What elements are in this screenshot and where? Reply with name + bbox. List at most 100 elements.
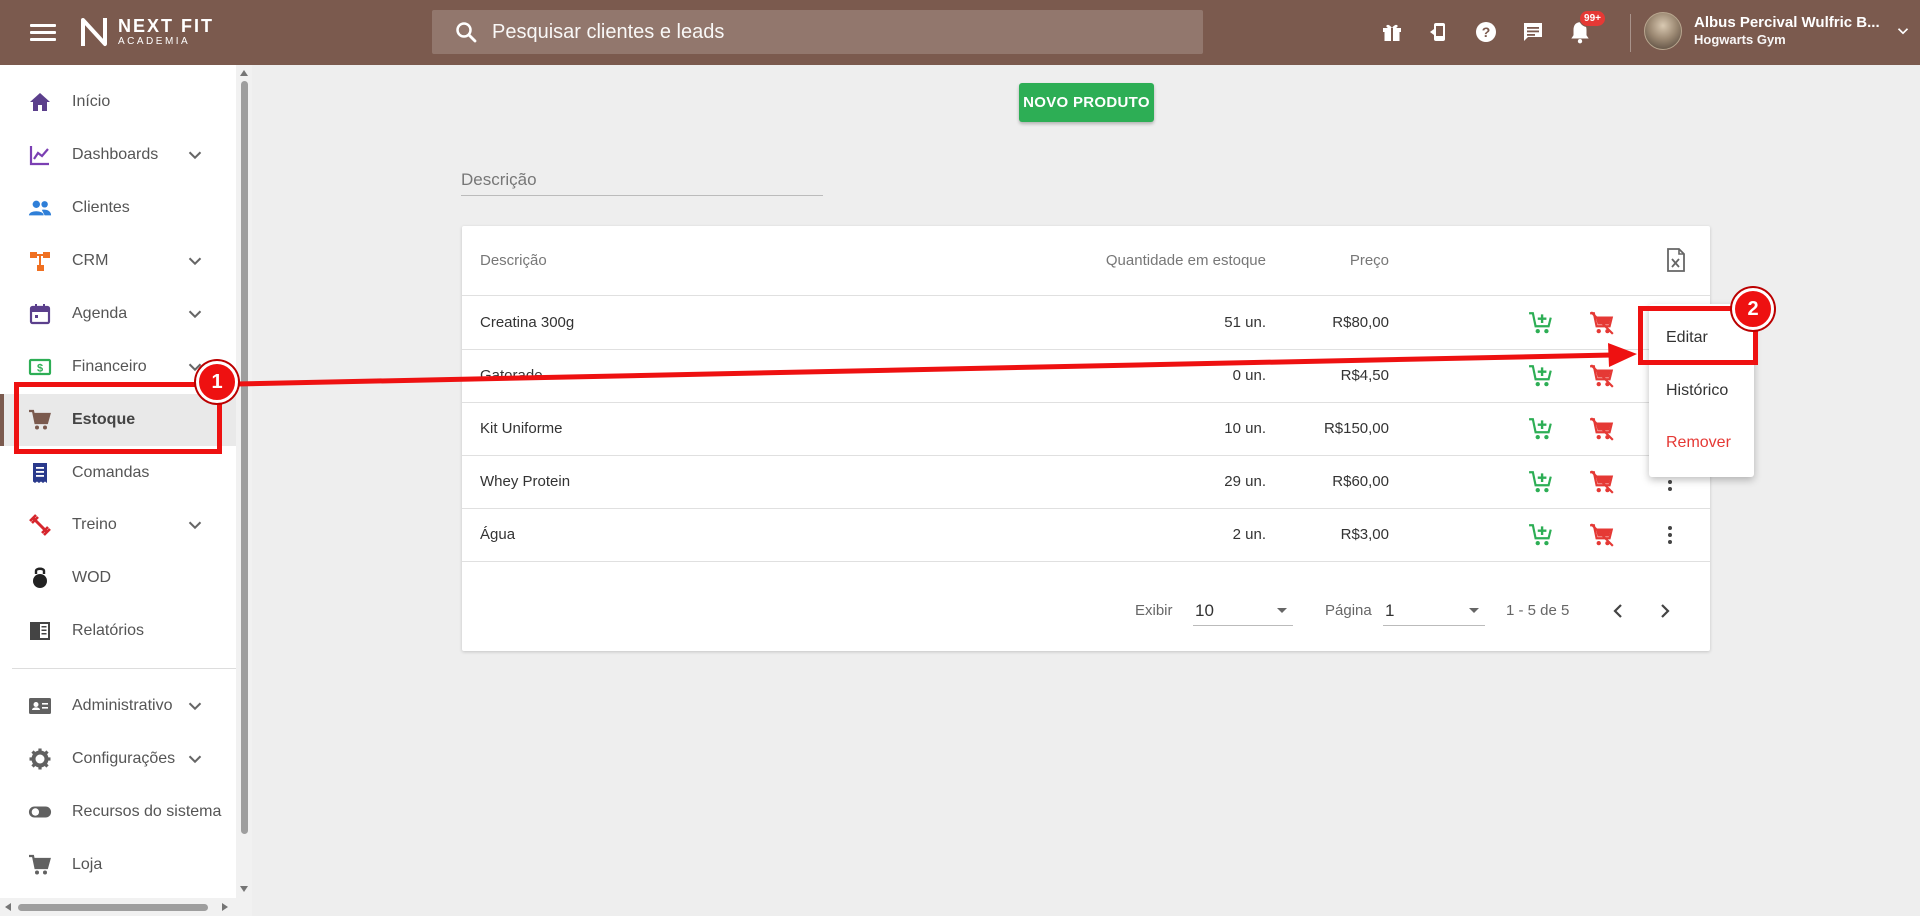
cell-description: Gatorade <box>480 367 543 384</box>
new-product-button[interactable]: NOVO PRODUTO <box>1019 83 1154 122</box>
user-menu[interactable]: Albus Percival Wulfric B... Hogwarts Gym <box>1644 12 1912 50</box>
table-row[interactable]: Creatina 300g 51 un. R$80,00 <box>462 297 1710 350</box>
previous-page-icon[interactable] <box>1606 599 1630 623</box>
add-stock-cart-icon[interactable] <box>1528 310 1554 336</box>
mobile-device-icon[interactable] <box>1425 18 1453 46</box>
search-icon <box>456 22 477 43</box>
page-value: 1 <box>1385 601 1395 620</box>
scroll-left-arrow-icon[interactable] <box>5 903 11 911</box>
avatar <box>1644 12 1682 50</box>
kettlebell-icon <box>28 566 52 590</box>
more-options-icon[interactable] <box>1658 523 1682 547</box>
sidebar-item-configuracoes[interactable]: Configurações <box>0 733 236 785</box>
sidebar-item-label: Relatórios <box>72 622 145 639</box>
sidebar-item-agenda[interactable]: Agenda <box>0 288 236 340</box>
sidebar: Início Dashboards Clientes CRM Agenda $ … <box>0 65 242 916</box>
cell-quantity: 2 un. <box>1232 526 1266 543</box>
crm-hierarchy-icon <box>28 249 52 273</box>
scroll-up-arrow-icon[interactable] <box>240 70 248 76</box>
sidebar-item-comandas[interactable]: Comandas <box>0 447 236 499</box>
sidebar-item-administrativo[interactable]: Administrativo <box>0 680 236 732</box>
scrollbar-thumb[interactable] <box>18 904 208 911</box>
table-row[interactable]: Gatorade 0 un. R$4,50 <box>462 350 1710 403</box>
header-divider <box>1630 14 1631 52</box>
add-stock-cart-icon[interactable] <box>1528 363 1554 389</box>
scroll-right-arrow-icon[interactable] <box>222 903 228 911</box>
page-label: Página <box>1325 602 1372 619</box>
pagination: Exibir 10 Página 1 1 - 5 de 5 <box>462 596 1710 626</box>
remove-stock-cart-icon[interactable] <box>1589 310 1615 336</box>
table-row[interactable]: Água 2 un. R$3,00 <box>462 509 1710 562</box>
annotation-step-1: 1 <box>196 361 238 403</box>
sidebar-item-label: WOD <box>72 569 112 586</box>
cell-quantity: 10 un. <box>1224 420 1266 437</box>
remove-stock-cart-icon[interactable] <box>1589 469 1615 495</box>
scrollbar-thumb[interactable] <box>241 81 248 834</box>
search-input[interactable]: Pesquisar clientes e leads <box>432 10 1203 54</box>
add-stock-cart-icon[interactable] <box>1528 416 1554 442</box>
sidebar-item-label: Configurações <box>72 750 176 767</box>
sidebar-item-dashboards[interactable]: Dashboards <box>0 129 236 181</box>
sidebar-item-inicio[interactable]: Início <box>0 76 236 128</box>
next-page-icon[interactable] <box>1653 599 1677 623</box>
sidebar-horizontal-scrollbar[interactable] <box>0 898 236 916</box>
sidebar-item-label: Loja <box>72 856 103 873</box>
report-icon <box>28 619 52 643</box>
chat-icon[interactable] <box>1519 18 1547 46</box>
menu-item-historico[interactable]: Histórico <box>1649 365 1754 417</box>
cell-price: R$60,00 <box>1332 473 1389 490</box>
remove-stock-cart-icon[interactable] <box>1589 522 1615 548</box>
cell-quantity: 51 un. <box>1224 314 1266 331</box>
sidebar-item-wod[interactable]: WOD <box>0 552 236 604</box>
sidebar-item-crm[interactable]: CRM <box>0 235 236 287</box>
next-fit-logo[interactable]: NEXT FIT ACADEMIA <box>80 16 214 48</box>
add-stock-cart-icon[interactable] <box>1528 522 1554 548</box>
sidebar-item-treino[interactable]: Treino <box>0 499 236 551</box>
table-row[interactable]: Whey Protein 29 un. R$60,00 <box>462 456 1710 509</box>
sidebar-item-recursos-do-sistema[interactable]: Recursos do sistema <box>0 786 236 838</box>
page-range: 1 - 5 de 5 <box>1506 602 1570 619</box>
sidebar-item-label: Recursos do sistema <box>72 803 222 820</box>
chevron-down-icon <box>188 257 202 266</box>
bell-icon[interactable]: 99+ <box>1566 10 1606 46</box>
sidebar-item-label: CRM <box>72 252 109 269</box>
svg-text:$: $ <box>37 363 43 375</box>
sidebar-item-clientes[interactable]: Clientes <box>0 182 236 234</box>
sidebar-item-loja[interactable]: Loja <box>0 839 236 891</box>
sidebar-item-label: Início <box>72 93 111 110</box>
scroll-down-arrow-icon[interactable] <box>240 886 248 892</box>
description-filter-input[interactable] <box>461 166 823 194</box>
column-header-price[interactable]: Preço <box>1350 252 1389 269</box>
page-select[interactable]: 1 <box>1383 596 1485 626</box>
description-filter[interactable] <box>461 166 823 196</box>
remove-stock-cart-icon[interactable] <box>1589 416 1615 442</box>
remove-stock-cart-icon[interactable] <box>1589 363 1615 389</box>
sidebar-item-label: Administrativo <box>72 697 173 714</box>
search-placeholder: Pesquisar clientes e leads <box>492 20 725 43</box>
shopping-cart-icon <box>28 853 52 877</box>
add-stock-cart-icon[interactable] <box>1528 469 1554 495</box>
cell-description: Creatina 300g <box>480 314 575 331</box>
sidebar-item-label: Financeiro <box>72 358 147 375</box>
sidebar-item-relatorios[interactable]: Relatórios <box>0 605 236 657</box>
sidebar-item-label: Clientes <box>72 199 130 216</box>
help-icon[interactable]: ? <box>1472 18 1500 46</box>
cell-price: R$150,00 <box>1323 420 1389 437</box>
cell-quantity: 29 un. <box>1224 473 1266 490</box>
hamburger-menu-icon[interactable] <box>28 20 58 44</box>
column-header-description[interactable]: Descrição <box>480 252 547 269</box>
chevron-down-icon <box>188 755 202 764</box>
column-header-quantity[interactable]: Quantidade em estoque <box>1106 252 1266 269</box>
dumbbell-icon <box>28 513 52 537</box>
gift-icon[interactable] <box>1378 18 1406 46</box>
page-size-select[interactable]: 10 <box>1193 596 1293 626</box>
notification-badge: 99+ <box>1579 10 1606 27</box>
dropdown-caret-icon <box>1277 608 1287 613</box>
menu-item-remover[interactable]: Remover <box>1649 417 1754 469</box>
annotation-highlight-estoque <box>14 382 222 454</box>
table-row[interactable]: Kit Uniforme 10 un. R$150,00 <box>462 403 1710 456</box>
export-excel-icon[interactable] <box>1665 248 1687 272</box>
page-size-value: 10 <box>1195 601 1214 620</box>
sidebar-vertical-scrollbar[interactable] <box>236 65 252 916</box>
logo-text: NEXT FIT <box>118 16 214 36</box>
